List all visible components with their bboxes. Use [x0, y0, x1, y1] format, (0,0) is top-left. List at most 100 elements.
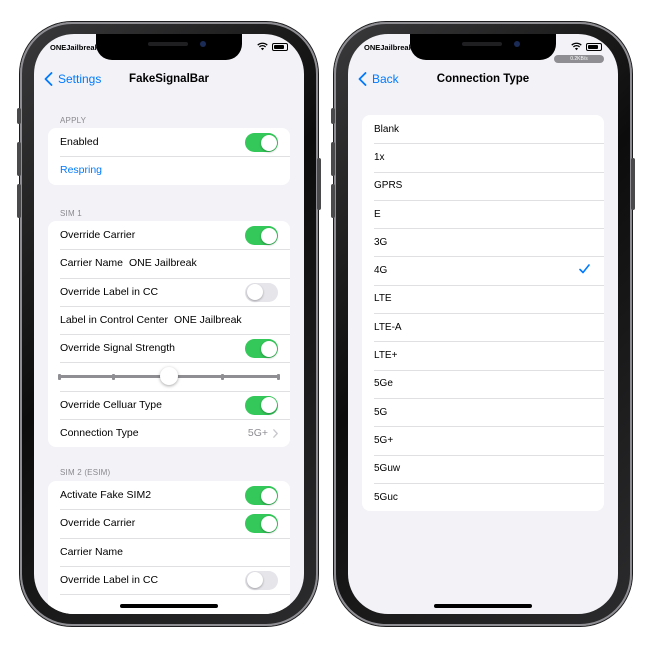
- activate-sim2-toggle[interactable]: [245, 486, 278, 505]
- section-header-sim1: SIM 1: [60, 209, 82, 218]
- right-screen: ONEJailbreak 0.2KB/s Back Connection Typ…: [348, 34, 618, 614]
- override-cellular-label: Override Celluar Type: [60, 398, 162, 411]
- speaker-grille: [462, 42, 502, 46]
- signal-strength-slider[interactable]: [48, 362, 290, 390]
- toggle-knob: [246, 572, 263, 589]
- connection-option[interactable]: 1x: [362, 143, 604, 171]
- activate-sim2-label: Activate Fake SIM2: [60, 489, 152, 502]
- enabled-label: Enabled: [60, 136, 99, 149]
- toggle-knob: [260, 515, 277, 532]
- sim2-override-label-cc-label: Override Label in CC: [60, 574, 159, 587]
- mute-switch: [331, 108, 335, 124]
- slider-tick: [277, 373, 280, 380]
- connection-option[interactable]: 5G+: [362, 426, 604, 454]
- slider-tick: [112, 373, 115, 380]
- sim2-override-label-cc-toggle[interactable]: [245, 570, 278, 590]
- wifi-icon: [257, 42, 268, 51]
- enabled-toggle[interactable]: [245, 133, 278, 152]
- override-label-cc-toggle[interactable]: [245, 282, 278, 302]
- label-cc-field[interactable]: ONE Jailbreak: [174, 314, 242, 326]
- connection-option-label: 1x: [374, 151, 385, 163]
- slider-thumb[interactable]: [160, 367, 178, 386]
- connection-option-label: 5Guw: [374, 463, 401, 475]
- enabled-row: Enabled: [48, 128, 290, 156]
- wifi-icon: [571, 42, 582, 51]
- checkmark-icon: [579, 264, 590, 274]
- override-signal-label: Override Signal Strength: [60, 342, 175, 355]
- connection-option-label: 5Ge: [374, 378, 393, 390]
- toggle-knob: [260, 134, 277, 151]
- label-cc-row[interactable]: Label in Control Center ONE Jailbreak: [48, 305, 290, 334]
- connection-option[interactable]: 5Guw: [362, 454, 604, 483]
- battery-icon: [586, 42, 602, 51]
- label-cc-label: Label in Control Center: [60, 314, 168, 327]
- connection-option-label: 5G+: [374, 434, 394, 446]
- battery-icon: [272, 42, 288, 51]
- connection-option-label: 3G: [374, 236, 388, 248]
- connection-option-label: GPRS: [374, 180, 403, 192]
- home-indicator[interactable]: [120, 604, 218, 608]
- sim2-carrier-name-row[interactable]: Carrier Name: [48, 537, 290, 566]
- connection-type-row[interactable]: Connection Type 5G+: [48, 419, 290, 447]
- speaker-grille: [148, 42, 188, 46]
- mute-switch: [17, 108, 21, 124]
- override-carrier-label: Override Carrier: [60, 229, 136, 242]
- connection-type-list: Blank 1x GPRS E 3G 4G LTE LTE-A LTE+ 5Ge 5G 5G+ 5Guw…: [362, 115, 604, 512]
- respring-button[interactable]: Respring: [60, 164, 102, 176]
- home-indicator[interactable]: [434, 604, 532, 608]
- status-carrier: ONEJailbreak: [50, 43, 99, 52]
- toggle-knob: [260, 340, 277, 357]
- connection-option[interactable]: Blank: [362, 115, 604, 143]
- volume-down-button: [17, 184, 21, 218]
- section-header-sim2: SIM 2 (ESIM): [60, 468, 111, 477]
- connection-type-label: Connection Type: [60, 427, 139, 440]
- sim2-override-carrier-row: Override Carrier: [48, 509, 290, 537]
- connection-option[interactable]: GPRS: [362, 171, 604, 200]
- front-camera: [200, 41, 206, 47]
- override-carrier-toggle[interactable]: [245, 226, 278, 245]
- status-carrier: ONEJailbreak: [364, 43, 413, 52]
- connection-option-label: E: [374, 208, 381, 220]
- override-signal-toggle[interactable]: [245, 339, 278, 359]
- left-phone-frame: ONEJailbreak Settings FakeSignalBar APPL…: [17, 22, 321, 626]
- connection-option-label: 4G: [374, 265, 388, 277]
- sim2-override-carrier-label: Override Carrier: [60, 517, 136, 530]
- volume-down-button: [331, 184, 335, 218]
- connection-option-label: LTE+: [374, 350, 398, 362]
- carrier-name-field[interactable]: ONE Jailbreak: [129, 257, 197, 269]
- sim2-override-label-cc-row: Override Label in CC: [48, 565, 290, 594]
- carrier-name-label: Carrier Name: [60, 257, 124, 270]
- connection-option[interactable]: 5Ge: [362, 369, 604, 398]
- sim2-group: Activate Fake SIM2 Override Carrier Carr…: [48, 481, 290, 614]
- toggle-knob: [260, 487, 277, 504]
- sim2-carrier-name-label: Carrier Name: [60, 545, 124, 558]
- status-icons: [571, 42, 602, 51]
- connection-option[interactable]: 4G: [362, 256, 604, 284]
- connection-type-trailing: 5G+: [248, 427, 278, 439]
- chevron-right-icon: [273, 428, 278, 438]
- front-camera: [514, 41, 520, 47]
- connection-option[interactable]: E: [362, 199, 604, 228]
- connection-option[interactable]: 3G: [362, 228, 604, 256]
- toggle-knob: [260, 227, 277, 244]
- page-title: FakeSignalBar: [129, 73, 209, 85]
- override-cellular-row: Override Celluar Type: [48, 390, 290, 419]
- override-label-cc-label: Override Label in CC: [60, 285, 159, 298]
- respring-row[interactable]: Respring: [48, 156, 290, 184]
- override-carrier-row: Override Carrier: [48, 221, 290, 249]
- sim2-override-carrier-toggle[interactable]: [245, 514, 278, 534]
- navigation-bar: Back Connection Type: [348, 64, 618, 98]
- notch: [410, 34, 556, 60]
- page-title: Connection Type: [436, 73, 530, 85]
- connection-option[interactable]: LTE-A: [362, 313, 604, 341]
- connection-option[interactable]: 5G: [362, 397, 604, 426]
- connection-option[interactable]: LTE: [362, 284, 604, 313]
- connection-option-label: LTE: [374, 293, 392, 305]
- connection-option[interactable]: LTE+: [362, 341, 604, 369]
- toggle-knob: [260, 397, 277, 414]
- connection-option[interactable]: 5Guc: [362, 482, 604, 511]
- override-cellular-toggle[interactable]: [245, 395, 278, 415]
- slider-tick: [221, 373, 224, 380]
- carrier-name-row[interactable]: Carrier Name ONE Jailbreak: [48, 249, 290, 277]
- override-signal-row: Override Signal Strength: [48, 334, 290, 362]
